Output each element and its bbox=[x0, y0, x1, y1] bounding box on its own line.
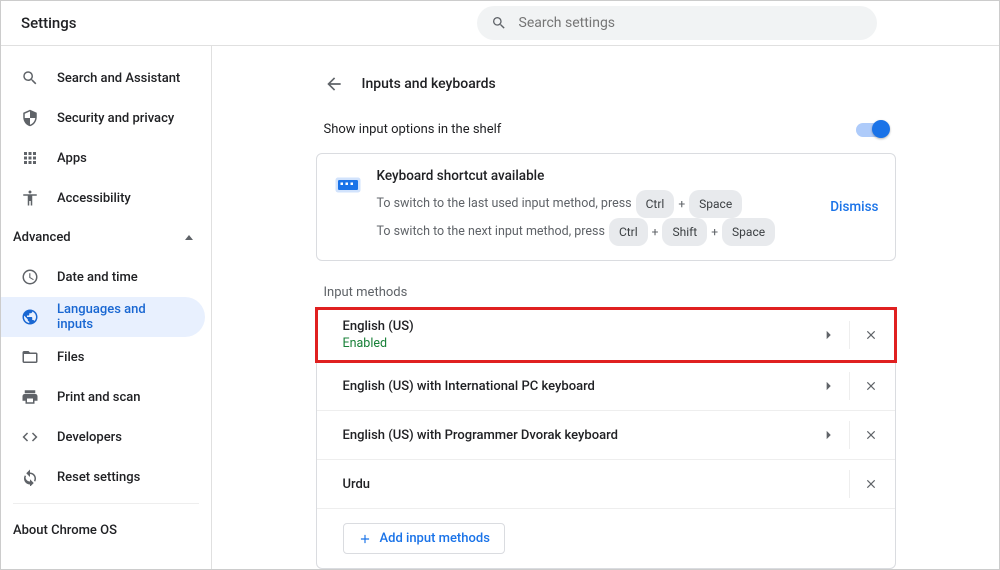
info-line-1: To switch to the last used input method,… bbox=[377, 190, 817, 218]
info-body: Keyboard shortcut available To switch to… bbox=[377, 168, 817, 246]
input-method-row[interactable]: English (US) with International PC keybo… bbox=[317, 361, 895, 410]
sidebar-item-files[interactable]: Files bbox=[1, 337, 205, 377]
sidebar: Search and Assistant Security and privac… bbox=[1, 46, 211, 569]
input-methods-label: Input methods bbox=[316, 261, 896, 308]
sidebar-item-apps[interactable]: Apps bbox=[1, 138, 205, 178]
sidebar-item-label: Security and privacy bbox=[57, 111, 174, 126]
shelf-toggle[interactable] bbox=[856, 123, 888, 137]
sidebar-item-label: Date and time bbox=[57, 270, 138, 285]
page-header: Inputs and keyboards bbox=[316, 64, 896, 104]
code-icon bbox=[21, 428, 39, 446]
sidebar-item-print-scan[interactable]: Print and scan bbox=[1, 377, 205, 417]
header-title: Settings bbox=[11, 14, 77, 32]
sidebar-item-security[interactable]: Security and privacy bbox=[1, 98, 205, 138]
search-input[interactable] bbox=[519, 15, 863, 31]
key-badge: Shift bbox=[662, 218, 707, 246]
close-icon[interactable] bbox=[864, 328, 878, 342]
add-input-methods-button[interactable]: Add input methods bbox=[343, 523, 505, 554]
input-method-name: English (US) with Programmer Dvorak keyb… bbox=[343, 428, 809, 443]
sidebar-item-label: Languages and inputs bbox=[57, 302, 185, 332]
print-icon bbox=[21, 388, 39, 406]
sidebar-item-languages-inputs[interactable]: Languages and inputs bbox=[1, 297, 205, 337]
keyboard-shortcut-card: Keyboard shortcut available To switch to… bbox=[316, 153, 896, 261]
input-method-name: English (US) bbox=[343, 319, 809, 334]
sidebar-section-label: Advanced bbox=[13, 230, 71, 245]
main-panel: Inputs and keyboards Show input options … bbox=[211, 46, 999, 569]
content: Inputs and keyboards Show input options … bbox=[316, 46, 896, 569]
sidebar-item-label: Search and Assistant bbox=[57, 71, 180, 86]
input-method-row[interactable]: Urdu bbox=[317, 459, 895, 508]
sidebar-item-reset[interactable]: Reset settings bbox=[1, 457, 205, 497]
chevron-right-icon[interactable] bbox=[822, 428, 836, 442]
apps-icon bbox=[21, 149, 39, 167]
input-methods-list: English (US) Enabled English (US) with I… bbox=[316, 308, 896, 569]
key-badge: Ctrl bbox=[609, 218, 648, 246]
sidebar-item-label: Files bbox=[57, 350, 84, 365]
info-line-2: To switch to the next input method, pres… bbox=[377, 218, 817, 246]
sidebar-item-date-time[interactable]: Date and time bbox=[1, 257, 205, 297]
sidebar-item-label: Print and scan bbox=[57, 390, 141, 405]
input-method-status: Enabled bbox=[343, 336, 809, 351]
dismiss-button[interactable]: Dismiss bbox=[830, 199, 878, 215]
search-bar[interactable] bbox=[477, 6, 877, 40]
shield-icon bbox=[21, 109, 39, 127]
shelf-option-row: Show input options in the shelf bbox=[316, 104, 896, 145]
chevron-up-icon bbox=[185, 235, 193, 240]
divider bbox=[13, 503, 199, 504]
sidebar-item-label: Reset settings bbox=[57, 470, 140, 485]
sidebar-item-label: Developers bbox=[57, 430, 122, 445]
search-icon bbox=[491, 15, 507, 31]
reset-icon bbox=[21, 468, 39, 486]
input-method-row[interactable]: English (US) with Programmer Dvorak keyb… bbox=[317, 410, 895, 459]
chevron-right-icon[interactable] bbox=[822, 328, 836, 342]
sidebar-item-accessibility[interactable]: Accessibility bbox=[1, 178, 205, 218]
sidebar-item-about[interactable]: About Chrome OS bbox=[1, 510, 211, 550]
page-title: Inputs and keyboards bbox=[362, 76, 496, 92]
chevron-right-icon[interactable] bbox=[822, 379, 836, 393]
sidebar-item-label: Apps bbox=[57, 151, 87, 166]
globe-icon bbox=[21, 308, 39, 326]
info-text: To switch to the next input method, pres… bbox=[377, 220, 605, 244]
back-arrow-icon[interactable] bbox=[324, 74, 344, 94]
sidebar-item-label: Accessibility bbox=[57, 191, 131, 206]
input-method-name: Urdu bbox=[343, 477, 809, 492]
sidebar-item-search-assistant[interactable]: Search and Assistant bbox=[1, 58, 205, 98]
add-input-row: Add input methods bbox=[317, 508, 895, 568]
key-badge: Space bbox=[689, 190, 742, 218]
plus-icon bbox=[358, 532, 372, 546]
keyboard-icon bbox=[333, 170, 363, 200]
input-method-name: English (US) with International PC keybo… bbox=[343, 379, 809, 394]
add-button-label: Add input methods bbox=[380, 531, 490, 546]
sidebar-section-advanced[interactable]: Advanced bbox=[1, 218, 211, 257]
layout: Search and Assistant Security and privac… bbox=[1, 46, 999, 569]
info-title: Keyboard shortcut available bbox=[377, 168, 817, 184]
shelf-option-label: Show input options in the shelf bbox=[324, 122, 502, 137]
key-badge: Ctrl bbox=[636, 190, 675, 218]
search-icon bbox=[21, 69, 39, 87]
key-badge: Space bbox=[722, 218, 775, 246]
plus-icon: + bbox=[678, 192, 685, 216]
plus-icon: + bbox=[711, 220, 718, 244]
clock-icon bbox=[21, 268, 39, 286]
close-icon[interactable] bbox=[864, 428, 878, 442]
sidebar-item-developers[interactable]: Developers bbox=[1, 417, 205, 457]
plus-icon: + bbox=[652, 220, 659, 244]
sidebar-item-label: About Chrome OS bbox=[13, 523, 117, 538]
app-header: Settings bbox=[1, 1, 999, 46]
input-method-row[interactable]: English (US) Enabled bbox=[317, 309, 895, 361]
info-text: To switch to the last used input method,… bbox=[377, 192, 632, 216]
accessibility-icon bbox=[21, 189, 39, 207]
close-icon[interactable] bbox=[864, 477, 878, 491]
folder-icon bbox=[21, 348, 39, 366]
close-icon[interactable] bbox=[864, 379, 878, 393]
